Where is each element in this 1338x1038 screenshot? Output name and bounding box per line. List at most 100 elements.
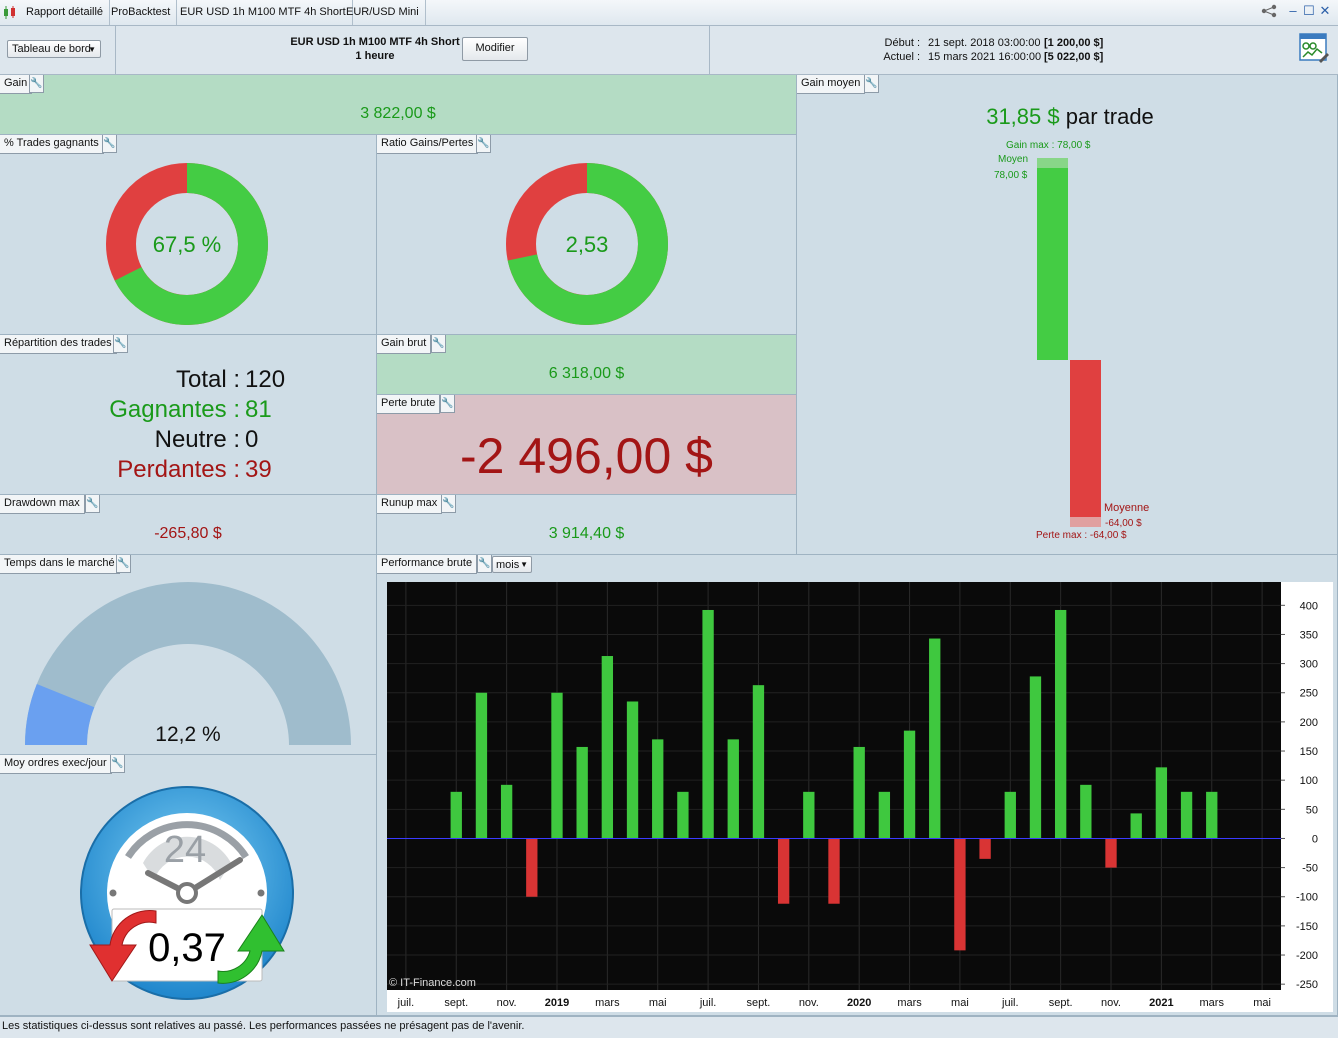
x-tick-label: nov. [1101, 997, 1121, 1009]
drawdown-panel: Drawdown max 🔧 -265,80 $ [0, 495, 377, 555]
x-tick-label: sept. [747, 997, 771, 1009]
chart-bar [652, 739, 664, 839]
chart-bar [803, 791, 815, 839]
modify-button[interactable]: Modifier [462, 37, 528, 61]
y-tick-label: 50 [1306, 804, 1318, 816]
perte-max-bar [1070, 517, 1101, 527]
close-icon[interactable]: ✕ [1318, 4, 1332, 18]
wrench-icon[interactable]: 🔧 [440, 395, 455, 413]
tab-probacktest[interactable]: ProBacktest [105, 0, 178, 25]
gross-gain-title: Gain brut [377, 335, 432, 354]
chart-bar [878, 791, 891, 839]
orders-per-day-panel: Moy ordres exec/jour 🔧 24 0,37 [0, 755, 377, 1016]
minimize-icon[interactable]: – [1286, 4, 1300, 18]
x-tick-label: mai [649, 997, 667, 1009]
current-date: 15 mars 2021 16:00:00 [928, 51, 1042, 63]
share-icon[interactable] [1261, 4, 1277, 18]
dashboard-select-label: Tableau de bord [12, 43, 91, 55]
chart-watermark: © IT-Finance.com [389, 977, 476, 989]
divider [709, 26, 710, 74]
x-tick-label: sept. [444, 997, 468, 1009]
chart-bar [1180, 791, 1193, 839]
moyen-label: Moyen [998, 154, 1029, 165]
wrench-icon[interactable]: 🔧 [116, 555, 131, 573]
wrench-icon[interactable]: 🔧 [477, 555, 492, 573]
gain-panel: Gain 🔧 3 822,00 $ [0, 75, 797, 135]
chart-bar [954, 838, 966, 951]
y-tick-label: -50 [1302, 863, 1318, 875]
report-settings-icon[interactable] [1299, 33, 1329, 66]
x-tick-label: juil. [397, 997, 415, 1009]
dashboard-select[interactable]: Tableau de bord ▼ [7, 40, 101, 58]
tab-rapport-detaille[interactable]: Rapport détaillé [20, 0, 111, 25]
wrench-icon[interactable]: 🔧 [110, 755, 125, 773]
ratio-value: 2,53 [565, 232, 609, 257]
moyen-value: 78,00 $ [994, 170, 1028, 181]
tab-bar: Rapport détaillé ProBacktest EUR USD 1h … [0, 0, 1338, 26]
chart-bar [929, 638, 941, 839]
chart-bar [475, 692, 488, 839]
chart-bar [979, 838, 991, 859]
period-select[interactable]: mois ▼ [492, 556, 532, 573]
wrench-icon[interactable]: 🔧 [29, 75, 44, 93]
y-tick-label: 350 [1300, 629, 1318, 641]
ratio-panel: Ratio Gains/Pertes 🔧 2,53 [377, 135, 797, 335]
moyenne-label: Moyenne [1104, 502, 1150, 514]
ratio-title: Ratio Gains/Pertes [377, 135, 479, 154]
chart-bar [702, 609, 714, 839]
chart-bar [1080, 784, 1092, 839]
loss-value: 39 [245, 456, 272, 483]
total-label: Total : [175, 366, 240, 393]
x-tick-label: 2019 [545, 997, 569, 1009]
wrench-icon[interactable]: 🔧 [864, 75, 879, 93]
chart-plot-area [387, 582, 1281, 990]
wrench-icon[interactable]: 🔧 [102, 135, 117, 153]
gain-title: Gain [0, 75, 33, 94]
chart-bar [450, 791, 462, 839]
avg-gain-title: Gain moyen [797, 75, 866, 94]
gain-value: 3 822,00 $ [360, 105, 436, 122]
x-tick-label: 2021 [1149, 997, 1173, 1009]
perte-max-label: Perte max : -64,00 $ [1036, 530, 1127, 541]
neutral-label: Neutre : [154, 426, 240, 453]
start-date: 21 sept. 2018 03:00:00 [928, 37, 1041, 49]
performance-chart: juil. sept. nov. 2019 mars mai juil. sept. nov. 2… [387, 582, 1333, 1012]
chart-bar [500, 784, 513, 839]
chart-bar [777, 838, 790, 904]
wrench-icon[interactable]: 🔧 [441, 495, 456, 513]
win-rate-value: 67,5 % [152, 232, 222, 257]
tab-strategy[interactable]: EUR USD 1h M100 MTF 4h Short [174, 0, 353, 25]
wrench-icon[interactable]: 🔧 [85, 495, 100, 513]
x-tick-label: nov. [497, 997, 517, 1009]
x-tick-label: mai [1253, 997, 1271, 1009]
x-tick-label: juil. [1001, 997, 1019, 1009]
time-in-market-value: 12,2 % [155, 723, 221, 746]
clock-dial [80, 786, 294, 1000]
wrench-icon[interactable]: 🔧 [113, 335, 128, 353]
wrench-icon[interactable]: 🔧 [431, 335, 446, 353]
x-tick-label: 2020 [847, 997, 871, 1009]
wrench-icon[interactable]: 🔧 [476, 135, 491, 153]
win-label: Gagnantes : [109, 396, 240, 423]
neutral-value: 0 [245, 426, 259, 453]
y-tick-label: 250 [1300, 688, 1318, 700]
runup-panel: Runup max 🔧 3 914,40 $ [377, 495, 797, 555]
avg-win-bar [1037, 168, 1068, 360]
chart-bar [752, 685, 765, 839]
candlestick-icon [3, 6, 17, 19]
time-in-market-title: Temps dans le marché [0, 555, 120, 574]
chart-bar [1206, 791, 1218, 839]
y-tick-label: 200 [1300, 717, 1318, 729]
period-select-label: mois [496, 559, 520, 571]
timeframe: 1 heure [355, 50, 395, 62]
maximize-icon[interactable]: ☐ [1302, 4, 1316, 18]
gross-loss-title: Perte brute [377, 395, 441, 414]
divider [115, 26, 116, 74]
start-capital: [1 200,00 $] [1044, 37, 1104, 49]
x-tick-label: juil. [699, 997, 717, 1009]
total-value: 120 [245, 366, 286, 393]
avg-gain-headline: 31,85 $ par trade [797, 104, 1337, 130]
y-tick-label: 400 [1300, 600, 1318, 612]
chart-bar [551, 692, 563, 839]
tab-eurusd-mini[interactable]: EUR/USD Mini [340, 0, 426, 25]
